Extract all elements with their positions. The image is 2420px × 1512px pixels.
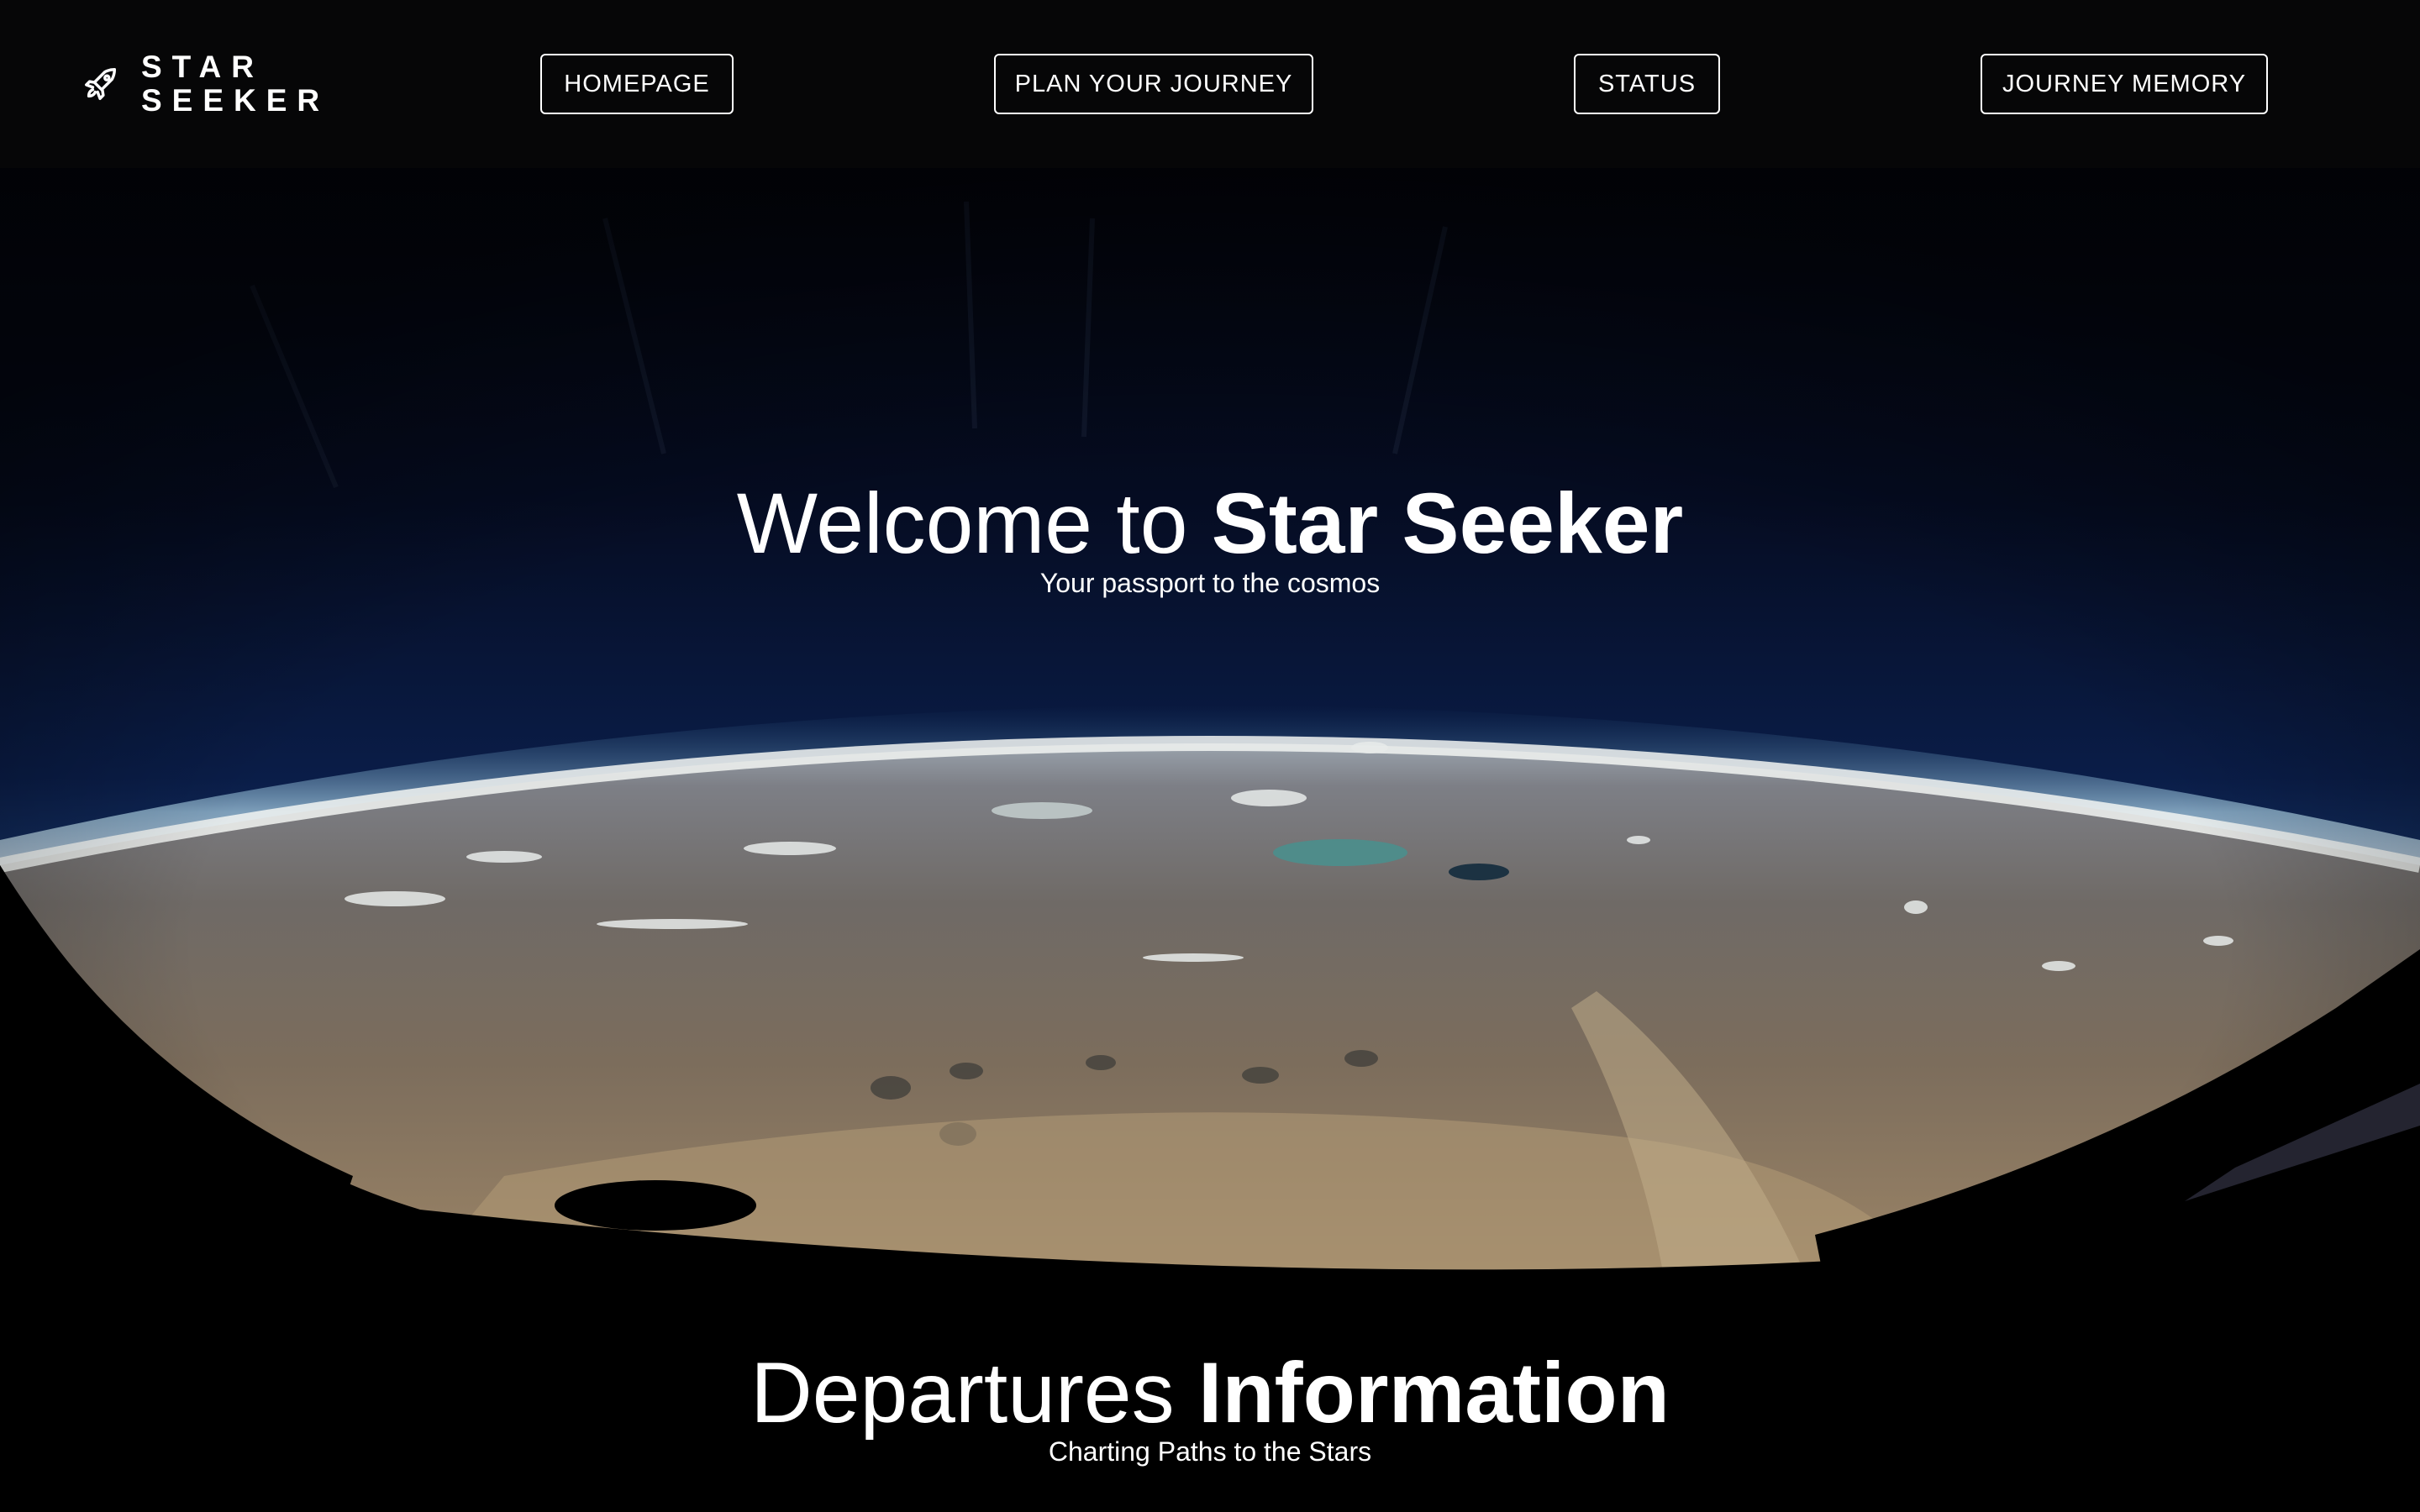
- nav-status-button[interactable]: STATUS: [1574, 54, 1720, 114]
- brand-logo[interactable]: STAR SEEKER: [81, 50, 329, 118]
- rocket-icon: [81, 64, 121, 104]
- nav-journey-memory-button[interactable]: JOURNEY MEMORY: [1981, 54, 2268, 114]
- departures-subtitle: Charting Paths to the Stars: [1048, 1436, 1372, 1467]
- hero-title-bold: Star Seeker: [1211, 475, 1684, 571]
- hero-section: Welcome to Star Seeker Your passport to …: [0, 168, 2420, 1277]
- hero-title-light: Welcome to: [736, 475, 1212, 571]
- nav-homepage-button[interactable]: HOMEPAGE: [540, 54, 734, 114]
- departures-title-light: Departures: [750, 1345, 1198, 1441]
- hero-earth-image: [0, 168, 2420, 1277]
- brand-line-1: STAR: [141, 50, 264, 84]
- site-header: STAR SEEKER HOMEPAGE PLAN YOUR JOURNEY S…: [0, 0, 2420, 168]
- page: STAR SEEKER HOMEPAGE PLAN YOUR JOURNEY S…: [0, 0, 2420, 1512]
- brand-name: STAR SEEKER: [141, 50, 329, 118]
- brand-line-2: SEEKER: [141, 83, 330, 118]
- nav-plan-journey-button[interactable]: PLAN YOUR JOURNEY: [994, 54, 1313, 114]
- hero-title: Welcome to Star Seeker: [0, 475, 2420, 572]
- hero-subtitle: Your passport to the cosmos: [1039, 568, 1381, 598]
- departures-section: Departures Information Charting Paths to…: [0, 1277, 2420, 1512]
- departures-title: Departures Information: [0, 1344, 2420, 1441]
- departures-title-bold: Information: [1197, 1345, 1670, 1441]
